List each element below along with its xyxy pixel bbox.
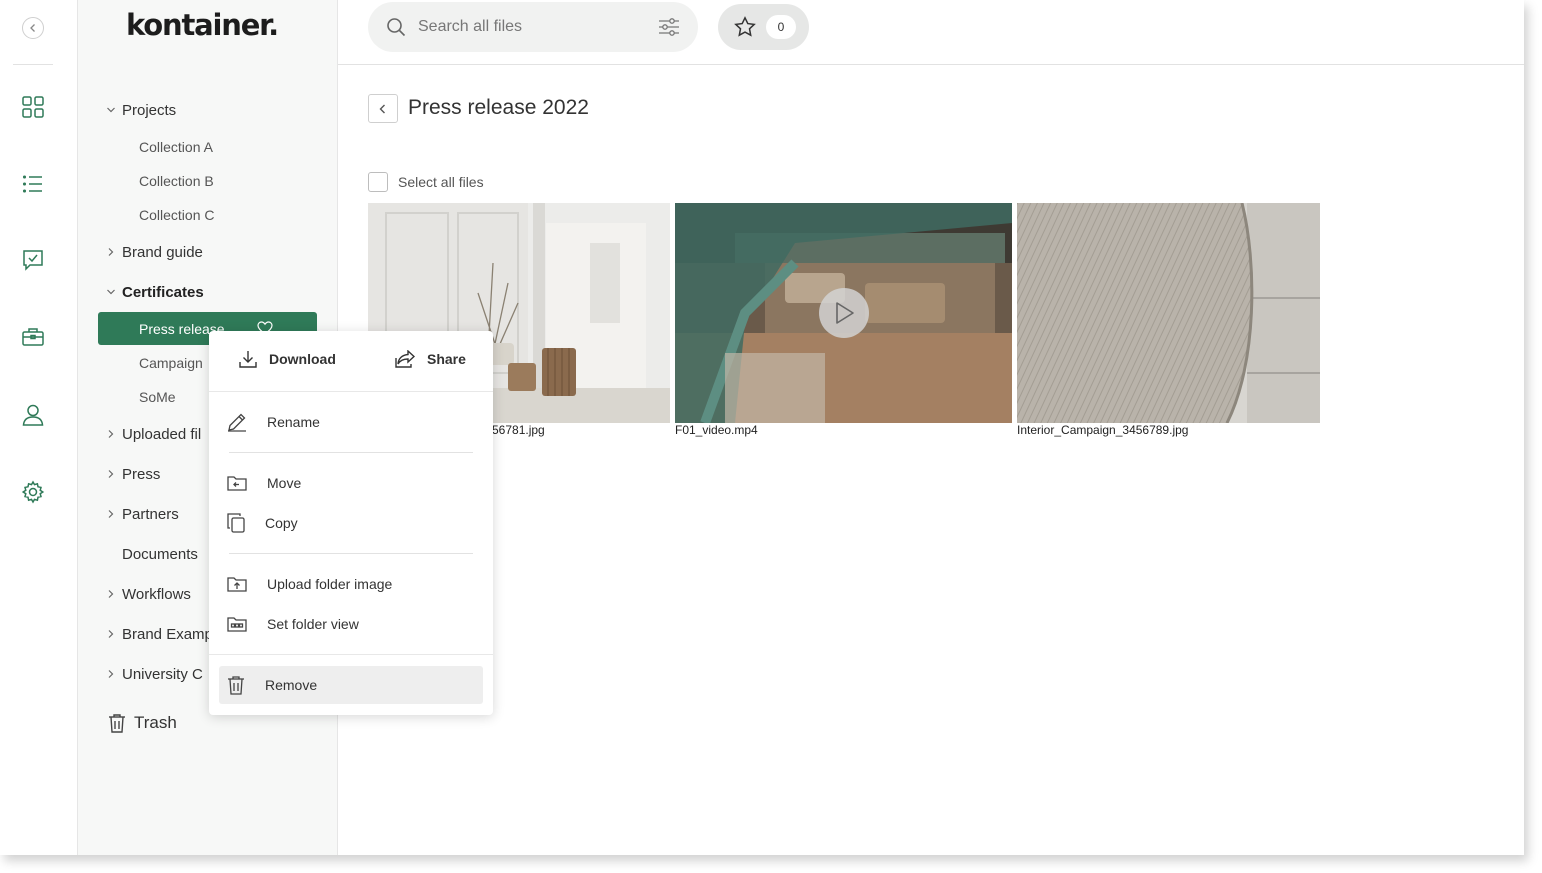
tree-item-certificates[interactable]: Certificates	[104, 277, 204, 307]
tree-item-collection-c[interactable]: Collection C	[139, 200, 214, 230]
favorites-count-badge: 0	[766, 15, 796, 39]
menu-top-actions: Download Share	[209, 331, 493, 392]
file-thumbnail-fabric[interactable]	[1017, 203, 1320, 423]
briefcase-icon[interactable]	[20, 324, 46, 350]
share-icon	[395, 350, 415, 368]
chevron-right-icon	[108, 590, 114, 598]
file-name-f01-video[interactable]: F01_video.mp4	[675, 423, 758, 437]
search-icon	[387, 18, 406, 37]
tree-item-collection-a[interactable]: Collection A	[139, 132, 213, 162]
chevron-right-icon	[108, 670, 114, 678]
tree-item-projects[interactable]: Projects	[104, 95, 176, 125]
list-icon[interactable]	[20, 171, 46, 197]
favorites-button[interactable]: 0	[718, 4, 809, 50]
tree-item-brand-guide[interactable]: Brand guide	[104, 237, 203, 267]
trash-link[interactable]: Trash	[108, 713, 177, 733]
pencil-icon	[228, 413, 246, 432]
menu-item-move[interactable]: Move	[227, 464, 483, 502]
filter-sliders-icon[interactable]	[658, 17, 680, 37]
chevron-down-icon	[107, 107, 115, 113]
approval-chat-icon[interactable]	[20, 247, 46, 273]
chevron-left-icon	[379, 104, 385, 113]
chevron-right-icon	[108, 248, 114, 256]
menu-divider	[229, 452, 473, 453]
copy-icon	[227, 513, 245, 533]
back-button[interactable]	[368, 94, 398, 123]
app-window: kontainer. Projects Collection A Collect…	[0, 0, 1524, 855]
chevron-right-icon	[108, 510, 114, 518]
folder-view-icon	[227, 617, 247, 632]
user-icon[interactable]	[20, 402, 46, 428]
chevron-right-icon	[108, 430, 114, 438]
collapse-sidebar-button[interactable]	[22, 17, 44, 39]
share-button[interactable]: Share	[395, 350, 466, 368]
kontainer-logo[interactable]: kontainer.	[126, 8, 279, 42]
top-bar: 0	[338, 0, 1524, 65]
tree-item-campaign[interactable]: Campaign	[139, 348, 203, 378]
tree-item-uploaded-files[interactable]: Uploaded fil	[104, 419, 201, 449]
trash-icon	[109, 714, 125, 733]
menu-item-copy[interactable]: Copy	[227, 504, 483, 542]
tree-item-press[interactable]: Press	[104, 459, 160, 489]
tree-item-workflows[interactable]: Workflows	[104, 579, 191, 609]
tree-item-partners[interactable]: Partners	[104, 499, 179, 529]
grid-icon[interactable]	[20, 94, 46, 120]
tree-item-some[interactable]: SoMe	[139, 382, 176, 412]
download-button[interactable]: Download	[239, 350, 336, 368]
tree-item-university[interactable]: University C	[104, 659, 203, 689]
tree-item-collection-b[interactable]: Collection B	[139, 166, 214, 196]
chevron-right-icon	[108, 470, 114, 478]
search-bar	[368, 2, 698, 52]
menu-item-rename[interactable]: Rename	[227, 403, 483, 441]
tree-item-brand-examples[interactable]: Brand Examp	[104, 619, 213, 649]
file-name-56781[interactable]: 56781.jpg	[492, 423, 545, 437]
folder-move-icon	[227, 476, 247, 491]
menu-item-upload-folder-image[interactable]: Upload folder image	[227, 565, 483, 603]
play-icon	[836, 302, 854, 324]
page-title: Press release 2022	[408, 96, 589, 119]
chevron-down-icon	[107, 289, 115, 295]
download-icon	[239, 351, 257, 368]
file-name-interior-campaign[interactable]: Interior_Campaign_3456789.jpg	[1017, 423, 1188, 437]
fabric-texture-image	[1017, 203, 1320, 423]
menu-item-set-folder-view[interactable]: Set folder view	[227, 605, 483, 643]
trash-icon	[228, 676, 244, 695]
menu-divider	[209, 654, 493, 655]
star-icon	[734, 16, 756, 37]
settings-gear-icon[interactable]	[20, 479, 46, 505]
checkbox[interactable]	[368, 172, 388, 192]
play-button[interactable]	[819, 288, 869, 338]
rail-divider	[13, 64, 53, 65]
menu-divider	[229, 553, 473, 554]
folder-context-menu: Download Share Rename Move Copy Upload f…	[209, 331, 493, 715]
chevron-left-icon	[30, 24, 35, 32]
tree-item-documents[interactable]: Documents	[122, 539, 198, 569]
search-input[interactable]	[418, 18, 638, 36]
file-thumbnail-video[interactable]	[675, 203, 1012, 423]
folder-upload-icon	[227, 577, 247, 592]
chevron-right-icon	[108, 630, 114, 638]
menu-item-remove[interactable]: Remove	[219, 666, 483, 704]
select-all-checkbox[interactable]: Select all files	[368, 172, 484, 192]
icon-rail	[0, 0, 78, 855]
